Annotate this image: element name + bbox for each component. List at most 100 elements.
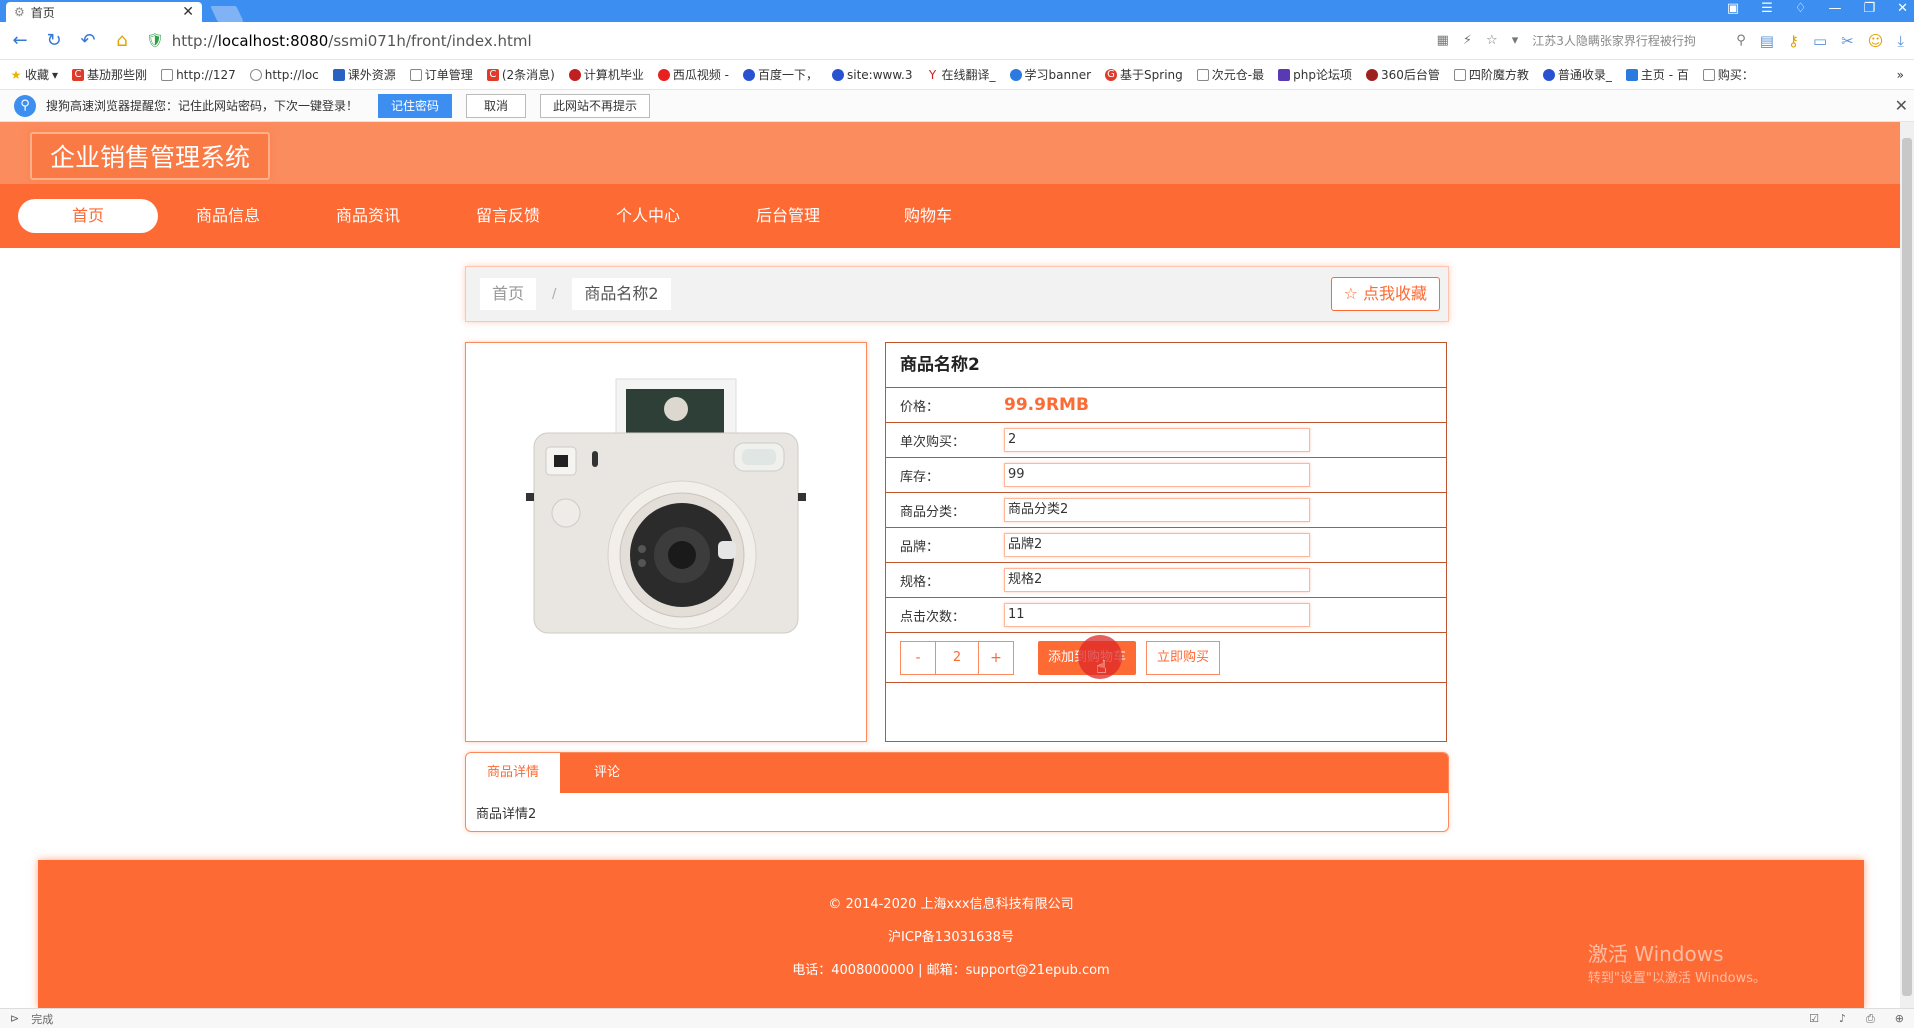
bookmark-item[interactable]: 西瓜视频 - xyxy=(657,66,729,83)
screen-icon[interactable]: ▭ xyxy=(1813,32,1827,50)
bookmark-item[interactable]: 学习banner xyxy=(1009,66,1091,83)
bookmark-item[interactable]: C 基劢那些刚 xyxy=(72,66,147,83)
field-label: 点击次数： xyxy=(900,609,966,625)
url-field[interactable]: 🛡 http://localhost:8080/ssmi071h/front/i… xyxy=(146,32,1423,50)
bookmark-item[interactable]: 主页 - 百 xyxy=(1625,66,1689,83)
print-icon[interactable]: ⎙ xyxy=(1866,1012,1875,1026)
new-tab-button[interactable] xyxy=(210,6,244,22)
undo-icon[interactable]: ↶ xyxy=(78,30,98,51)
skin-icon[interactable]: ♢ xyxy=(1795,1,1807,16)
bookmark-item[interactable]: http://loc xyxy=(249,68,319,82)
search-box[interactable]: 江苏3人隐瞒张家界行程被行拘 xyxy=(1532,32,1722,49)
password-save-bar: ⚲ 搜狗高速浏览器提醒您：记住此网站密码，下次一键登录！ 记住密码 取消 此网站… xyxy=(0,90,1914,122)
key-icon[interactable]: ⚷ xyxy=(1788,32,1799,50)
status-tools: ☑ ♪ ⎙ ⊕ xyxy=(1809,1012,1904,1026)
product-image xyxy=(465,342,867,742)
bookmark-item[interactable]: ★ 收藏 ▾ xyxy=(10,66,58,83)
url-prefix: http:// xyxy=(171,31,218,50)
decrement-button[interactable]: - xyxy=(901,642,935,674)
field-label: 规格： xyxy=(900,574,940,590)
back-icon[interactable]: ← xyxy=(10,30,30,51)
favorite-button[interactable]: ☆ 点我收藏 xyxy=(1330,277,1440,311)
bookmark-item[interactable]: 四阶魔方教 xyxy=(1453,66,1529,83)
field-row: 规格： 规格2 xyxy=(886,563,1446,598)
bookmark-item[interactable]: 百度一下， xyxy=(742,66,818,83)
camera-image xyxy=(526,378,806,634)
detail-tabs: 商品详情 评论 商品详情2 xyxy=(465,752,1449,832)
price-row: 价格： 99.9RMB xyxy=(886,388,1446,423)
nav-admin[interactable]: 后台管理 xyxy=(718,199,858,233)
qrcode-icon[interactable]: ▦ xyxy=(1437,33,1449,48)
scroll-thumb[interactable] xyxy=(1902,138,1912,996)
bookmark-item[interactable]: php论坛项 xyxy=(1278,66,1352,83)
download-icon[interactable]: ⤓ xyxy=(1897,32,1904,50)
product-info: 商品名称2 价格： 99.9RMB 单次购买： 2 库存： 99 商品分类： 商… xyxy=(885,342,1447,742)
nav-home[interactable]: 首页 xyxy=(18,199,158,233)
product-name: 商品名称2 xyxy=(886,343,1446,388)
bookmark-item[interactable]: 购买： xyxy=(1702,66,1754,83)
add-to-cart-button[interactable]: 添加到购物车 ☝ xyxy=(1038,634,1137,679)
speaker-icon[interactable]: ♪ xyxy=(1839,1012,1846,1026)
extension-icon[interactable]: ▤ xyxy=(1760,32,1774,50)
tile-icon[interactable]: ▣ xyxy=(1727,1,1739,16)
bookmark-item[interactable]: 计算机毕业 xyxy=(568,66,644,83)
bookmark-item[interactable]: Y 在线翻译_ xyxy=(927,66,996,83)
nav-products[interactable]: 商品信息 xyxy=(158,199,298,233)
close-window-icon[interactable]: ✕ xyxy=(1897,1,1908,16)
more-bookmarks-icon[interactable]: » xyxy=(1897,68,1904,82)
breadcrumb-home[interactable]: 首页 xyxy=(480,278,537,310)
increment-button[interactable]: + xyxy=(979,642,1013,674)
nav-cart[interactable]: 购物车 xyxy=(858,199,998,233)
nav-news[interactable]: 商品资讯 xyxy=(298,199,438,233)
bookmark-item[interactable]: 订单管理 xyxy=(409,66,473,83)
quantity-value[interactable]: 2 xyxy=(935,641,979,674)
search-icon[interactable]: ⚲ xyxy=(1736,33,1746,48)
field-row: 库存： 99 xyxy=(886,458,1446,493)
secure-shield-icon: 🛡 xyxy=(146,32,164,49)
nav-feedback[interactable]: 留言反馈 xyxy=(438,199,578,233)
close-tab-icon[interactable]: ✕ xyxy=(182,4,194,20)
remember-password-button[interactable]: 记住密码 xyxy=(378,93,453,118)
smile-icon[interactable]: ☺ xyxy=(1868,32,1884,50)
restore-icon[interactable]: ❐ xyxy=(1863,1,1875,16)
bookmark-item[interactable]: 360后台管 xyxy=(1365,66,1440,83)
bookmark-item[interactable]: 普通收录_ xyxy=(1542,66,1612,83)
scissors-icon[interactable]: ✂ xyxy=(1841,32,1854,50)
field-value: 商品分类2 xyxy=(1004,498,1310,522)
field-value: 2 xyxy=(1004,428,1310,452)
page-scrollbar[interactable] xyxy=(1900,122,1914,1008)
bookmark-item[interactable]: G 基于Spring xyxy=(1105,66,1183,83)
site-logo[interactable]: 企业销售管理系统 xyxy=(30,132,271,180)
site-header: 企业销售管理系统 xyxy=(0,122,1914,184)
bookmark-item[interactable]: http://127 xyxy=(161,68,236,82)
bookmark-item[interactable]: site:www.3 xyxy=(832,68,913,82)
sidebar-toggle-icon[interactable]: ⊳ xyxy=(10,1012,19,1025)
refresh-icon[interactable]: ↻ xyxy=(44,30,64,51)
never-remind-button[interactable]: 此网站不再提示 xyxy=(540,93,651,118)
field-label: 单次购买： xyxy=(900,434,966,450)
bookmark-item[interactable]: C (2条消息) xyxy=(486,66,555,83)
tabs-header: 商品详情 评论 xyxy=(466,753,1448,793)
address-tools: ▦ ⚡ ☆ ▾ 江苏3人隐瞒张家界行程被行拘 ⚲ ▤ ⚷ ▭ ✂ ☺ ⤓ xyxy=(1437,32,1904,50)
browser-tab[interactable]: ⚙ 首页 ✕ xyxy=(6,2,202,22)
lightning-icon[interactable]: ⚡ xyxy=(1463,33,1472,48)
cancel-button[interactable]: 取消 xyxy=(466,93,527,118)
watermark-title: 激活 Windows xyxy=(1587,942,1724,966)
zoom-icon[interactable]: ⊕ xyxy=(1895,1012,1904,1026)
browser-tabbar: ⚙ 首页 ✕ ▣ ☰ ♢ — ❐ ✕ xyxy=(0,0,1914,22)
buy-now-button[interactable]: 立即购买 xyxy=(1146,640,1221,675)
close-bar-icon[interactable]: ✕ xyxy=(1895,96,1908,115)
tab-detail[interactable]: 商品详情 xyxy=(466,753,560,793)
minimize-icon[interactable]: — xyxy=(1828,1,1841,16)
tab-comment[interactable]: 评论 xyxy=(560,753,654,793)
star-icon[interactable]: ☆ xyxy=(1486,33,1498,48)
check-icon[interactable]: ☑ xyxy=(1809,1012,1819,1026)
home-icon[interactable]: ⌂ xyxy=(112,30,132,51)
bookmark-item[interactable]: 次元仓-最 xyxy=(1196,66,1264,83)
dropdown-icon[interactable]: ▾ xyxy=(1512,33,1519,48)
nav-profile[interactable]: 个人中心 xyxy=(578,199,718,233)
field-row: 商品分类： 商品分类2 xyxy=(886,493,1446,528)
bookmark-item[interactable]: 课外资源 xyxy=(332,66,396,83)
menu-icon[interactable]: ☰ xyxy=(1761,1,1773,16)
tab-content: 商品详情2 xyxy=(476,807,537,822)
